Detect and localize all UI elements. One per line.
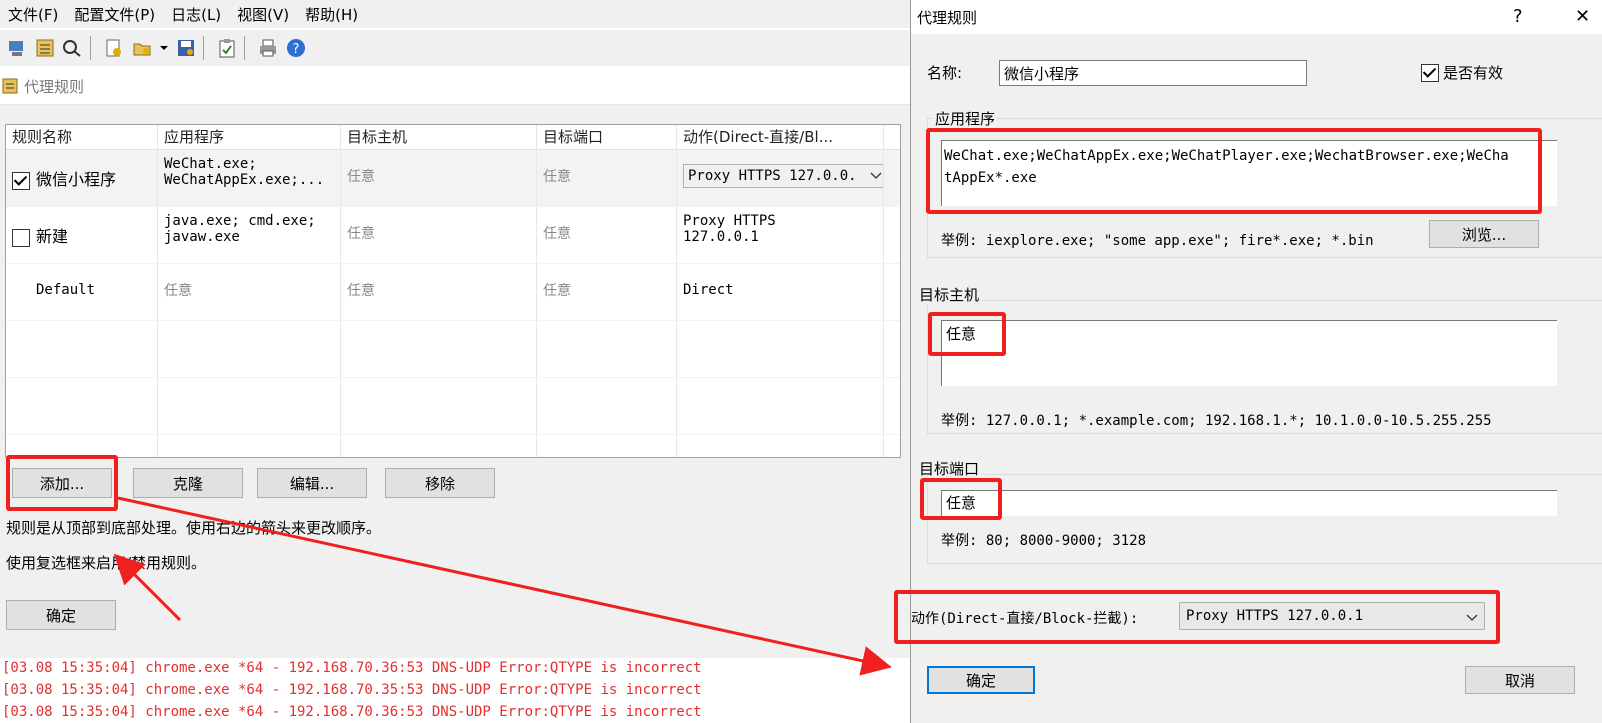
annotation-arrows [113, 496, 892, 676]
annotation-arrow-to-add [113, 553, 182, 622]
annotation-arrow-to-dialog [117, 496, 892, 676]
